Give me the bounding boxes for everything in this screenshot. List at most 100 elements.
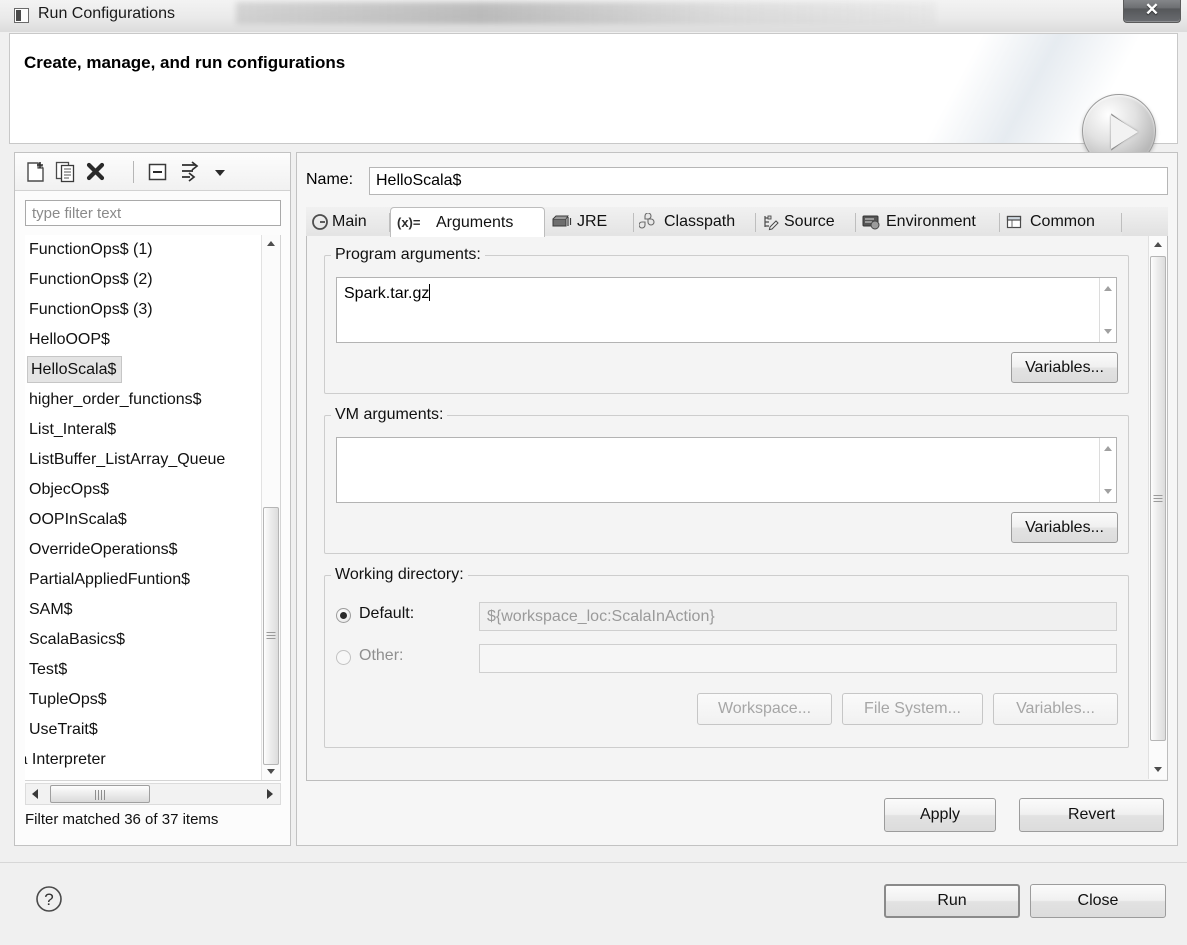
list-vertical-scrollbar[interactable] — [261, 235, 280, 780]
filter-configurations-icon[interactable] — [177, 160, 203, 184]
tab-common[interactable]: Common — [1000, 207, 1122, 237]
working-directory-default-radio[interactable] — [336, 608, 351, 623]
text-caret — [429, 284, 431, 301]
scroll-up-arrow-icon[interactable] — [1104, 286, 1112, 291]
close-button[interactable]: Close — [1030, 884, 1166, 918]
footer-separator — [0, 862, 1187, 863]
scroll-up-arrow-icon[interactable] — [1104, 446, 1112, 451]
name-input[interactable] — [369, 167, 1168, 195]
chevron-down-icon[interactable] — [207, 160, 233, 184]
program-arguments-value: Spark.tar.gz — [344, 284, 431, 302]
list-hscroll-thumb[interactable] — [50, 785, 150, 803]
list-item[interactable]: UseTrait$ — [25, 715, 261, 745]
list-item[interactable]: PartialAppliedFuntion$ — [25, 565, 261, 595]
configurations-list[interactable]: FunctionOps$ (1) FunctionOps$ (2) Functi… — [25, 235, 281, 781]
list-item[interactable]: TupleOps$ — [25, 685, 261, 715]
svg-text:?: ? — [44, 890, 53, 909]
name-row: Name: — [306, 167, 1168, 195]
tab-main[interactable]: Main — [306, 207, 390, 237]
program-arguments-variables-button[interactable]: Variables... — [1011, 352, 1118, 383]
scroll-up-arrow-icon[interactable] — [262, 235, 280, 253]
vm-arguments-textarea[interactable] — [336, 437, 1117, 503]
list-item-label: ObjecOps$ — [29, 481, 110, 498]
list-item[interactable]: Test$ — [25, 655, 261, 685]
run-configurations-window: Run Configurations ✕ Create, manage, and… — [0, 0, 1187, 945]
list-item-label: FunctionOps$ (3) — [29, 301, 153, 318]
scroll-down-arrow-icon[interactable] — [1104, 329, 1112, 334]
list-item[interactable]: OOPInScala$ — [25, 505, 261, 535]
list-item-label: Test$ — [29, 661, 68, 678]
hscroll-grip-icon — [94, 790, 106, 800]
scroll-right-arrow-icon[interactable] — [260, 784, 280, 804]
list-item-label: ScalaBasics$ — [29, 631, 126, 648]
list-item[interactable]: OverrideOperations$ — [25, 535, 261, 565]
vm-arguments-legend: VM arguments: — [331, 406, 448, 424]
common-tab-icon — [1006, 215, 1022, 229]
list-item[interactable]: FunctionOps$ (2) — [25, 265, 261, 295]
toolbar-separator — [133, 161, 134, 183]
delete-configuration-icon[interactable] — [83, 160, 109, 184]
list-horizontal-scrollbar[interactable] — [25, 783, 281, 805]
working-directory-variables-button[interactable]: Variables... — [993, 693, 1118, 725]
list-item-selected[interactable]: HelloScala$ — [25, 355, 261, 385]
new-configuration-icon[interactable] — [23, 160, 49, 184]
window-icon — [14, 8, 29, 23]
list-item[interactable]: ObjecOps$ — [25, 475, 261, 505]
revert-button[interactable]: Revert — [1019, 798, 1164, 832]
vm-arguments-scrollbar[interactable] — [1099, 438, 1116, 502]
list-item-label: UseTrait$ — [29, 721, 98, 738]
dialog-header: Create, manage, and run configurations — [9, 33, 1178, 168]
tab-environment[interactable]: Environment — [856, 207, 1000, 237]
tab-classpath[interactable]: Classpath — [634, 207, 756, 237]
filter-input[interactable] — [25, 200, 281, 226]
list-item-label: FunctionOps$ (1) — [29, 241, 153, 258]
tab-arguments[interactable]: (x)= Arguments — [390, 207, 545, 237]
scroll-grip-icon — [266, 630, 276, 641]
program-arguments-scrollbar[interactable] — [1099, 278, 1116, 342]
list-item-label: PartialAppliedFuntion$ — [29, 571, 190, 588]
list-item-label: HelloScala$ — [27, 356, 123, 383]
list-item[interactable]: la Interpreter — [25, 745, 261, 775]
list-item[interactable]: ListBuffer_ListArray_Queue — [25, 445, 261, 475]
apply-button[interactable]: Apply — [884, 798, 996, 832]
program-arguments-textarea[interactable]: Spark.tar.gz — [336, 277, 1117, 343]
list-item[interactable]: FunctionOps$ (1) — [25, 235, 261, 265]
tab-arguments-label: Arguments — [436, 214, 514, 231]
collapse-all-icon[interactable] — [145, 160, 171, 184]
source-tab-icon — [764, 215, 779, 231]
list-item[interactable]: SAM$ — [25, 595, 261, 625]
scroll-down-arrow-icon[interactable] — [262, 763, 280, 780]
list-item-label: FunctionOps$ (2) — [29, 271, 153, 288]
list-scroll-thumb[interactable] — [263, 507, 279, 765]
tab-classpath-label: Classpath — [664, 213, 736, 230]
working-directory-other-value[interactable] — [479, 644, 1117, 673]
tab-source[interactable]: Source — [756, 207, 856, 237]
list-item[interactable]: List_Interal$ — [25, 415, 261, 445]
working-directory-other-radio[interactable] — [336, 650, 351, 665]
tab-panel-scrollbar[interactable] — [1148, 236, 1167, 779]
working-directory-other-label: Other: — [359, 647, 404, 664]
scroll-grip-icon — [1153, 493, 1163, 504]
working-directory-legend: Working directory: — [331, 566, 468, 584]
window-close-button[interactable]: ✕ — [1123, 0, 1181, 23]
scroll-left-arrow-icon[interactable] — [26, 784, 46, 804]
svg-text:(x)=: (x)= — [397, 215, 421, 230]
list-item-label: SAM$ — [29, 601, 73, 618]
apply-revert-row: Apply Revert — [297, 798, 1179, 832]
list-item[interactable]: higher_order_functions$ — [25, 385, 261, 415]
help-icon[interactable]: ? — [34, 884, 64, 914]
list-item[interactable]: HelloOOP$ — [25, 325, 261, 355]
scroll-down-arrow-icon[interactable] — [1104, 489, 1112, 494]
list-item[interactable]: ScalaBasics$ — [25, 625, 261, 655]
duplicate-configuration-icon[interactable] — [53, 160, 79, 184]
list-item[interactable]: FunctionOps$ (3) — [25, 295, 261, 325]
tab-jre[interactable]: JRE — [545, 207, 634, 237]
tab-panel-scroll-thumb[interactable] — [1150, 256, 1166, 741]
scroll-up-arrow-icon[interactable] — [1149, 236, 1167, 254]
vm-arguments-variables-button[interactable]: Variables... — [1011, 512, 1118, 543]
scroll-down-arrow-icon[interactable] — [1149, 761, 1167, 779]
run-button[interactable]: Run — [884, 884, 1020, 918]
file-system-button[interactable]: File System... — [842, 693, 983, 725]
list-item-label: ListBuffer_ListArray_Queue — [29, 451, 226, 468]
workspace-button[interactable]: Workspace... — [697, 693, 832, 725]
